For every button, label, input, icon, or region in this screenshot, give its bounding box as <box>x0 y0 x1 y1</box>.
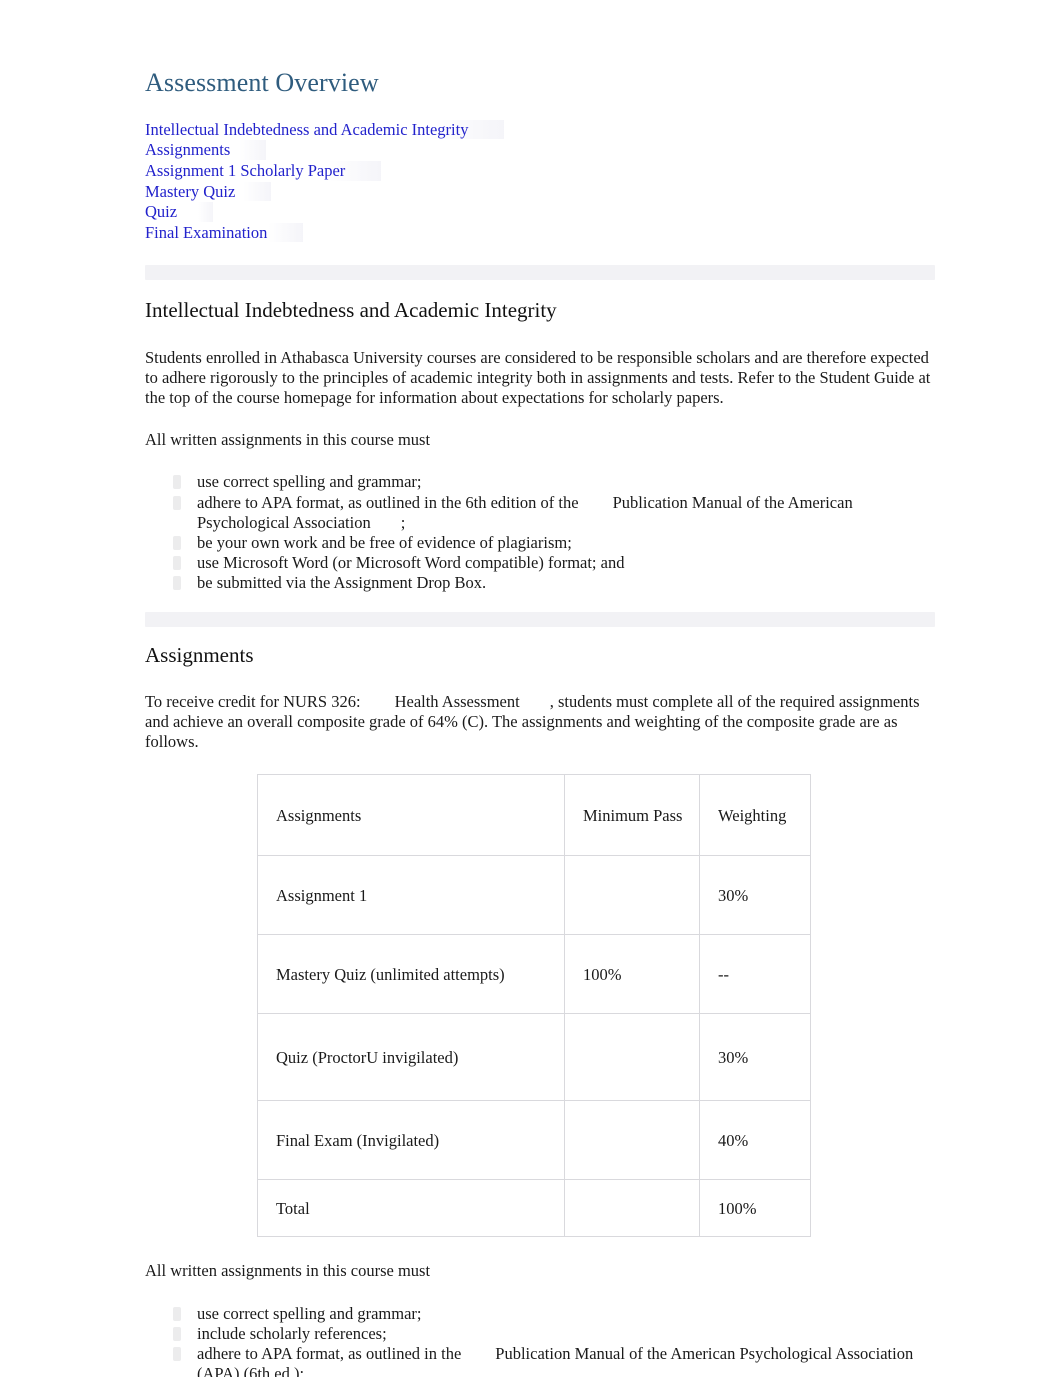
cell-assignment-name: Mastery Quiz (unlimited attempts) <box>257 934 565 1015</box>
bullet-marker-icon <box>173 556 181 571</box>
list-item: include scholarly references; <box>173 1323 935 1344</box>
toc-list-item: Intellectual Indebtedness and Academic I… <box>145 119 935 141</box>
toc-link-intellectual-indebtedness[interactable]: Intellectual Indebtedness and Academic I… <box>145 119 505 140</box>
cell-minimum-pass <box>564 855 700 936</box>
table-row: Final Exam (Invigilated) 40% <box>257 1100 811 1181</box>
cell-weighting: 30% <box>699 855 811 936</box>
cell-weighting: 30% <box>699 1013 811 1102</box>
list-item-text: use correct spelling and grammar; <box>197 472 422 492</box>
table-header-minimum-pass: Minimum Pass <box>564 774 700 857</box>
toc-link-final-examination[interactable]: Final Examination <box>145 222 304 243</box>
bullet-marker-icon <box>173 475 181 490</box>
integrity-paragraph: Students enrolled in Athabasca Universit… <box>145 347 931 408</box>
toc-link-mastery-quiz[interactable]: Mastery Quiz <box>145 181 272 202</box>
table-row: Quiz (ProctorU invigilated) 30% <box>257 1013 811 1102</box>
assignments-requirements-list: use correct spelling and grammar; includ… <box>145 1304 935 1377</box>
cell-weighting: 40% <box>699 1100 811 1181</box>
list-item: use correct spelling and grammar; <box>173 472 935 492</box>
cell-minimum-pass <box>564 1179 700 1238</box>
list-item-text-after: ; <box>400 512 406 532</box>
grades-table-wrapper: Assignments Minimum Pass Weighting Assig… <box>257 774 811 1238</box>
list-item: use Microsoft Word (or Microsoft Word co… <box>173 553 935 573</box>
integrity-requirements-list: use correct spelling and grammar; adhere… <box>145 472 935 593</box>
list-item-text: be submitted via the Assignment Drop Box… <box>197 573 487 593</box>
toc-list-item: Assignments <box>145 140 935 161</box>
toc-list-item: Assignment 1 Scholarly Paper <box>145 161 935 182</box>
bullet-marker-icon <box>173 1347 181 1362</box>
integrity-list-intro: All written assignments in this course m… <box>145 430 431 450</box>
table-header-weighting: Weighting <box>699 774 811 857</box>
bullet-marker-icon <box>173 1306 181 1321</box>
list-item: be your own work and be free of evidence… <box>173 533 935 553</box>
table-row: Assignment 1 30% <box>257 855 811 936</box>
cell-assignment-name: Assignment 1 <box>257 855 565 936</box>
cell-minimum-pass <box>564 1100 700 1181</box>
toc-list-item: Quiz <box>145 202 935 223</box>
cell-weighting: 100% <box>699 1179 811 1238</box>
section-divider <box>145 265 935 281</box>
document-content: Assessment Overview Intellectual Indebte… <box>145 68 935 1377</box>
list-item-text: include scholarly references; <box>197 1323 387 1343</box>
bullet-marker-icon <box>173 1326 181 1341</box>
cell-minimum-pass <box>564 1013 700 1102</box>
assignments-paragraph: To receive credit for NURS 326: Health As… <box>145 692 935 753</box>
document-page: Assessment Overview Intellectual Indebte… <box>0 0 1062 1377</box>
toc-list-item: Final Examination <box>145 222 935 244</box>
table-row-total: Total 100% <box>257 1179 811 1238</box>
cell-assignment-name: Final Exam (Invigilated) <box>257 1100 565 1181</box>
list-item: use correct spelling and grammar; <box>173 1303 935 1324</box>
list-item: be submitted via the Assignment Drop Box… <box>173 573 935 593</box>
table-of-contents: Intellectual Indebtedness and Academic I… <box>145 119 935 244</box>
cell-minimum-pass: 100% <box>564 934 700 1015</box>
table-row: Mastery Quiz (unlimited attempts) 100% -… <box>257 934 811 1015</box>
list-item-text: adhere to APA format, as outlined in the… <box>197 492 579 512</box>
cell-assignment-name: Quiz (ProctorU invigilated) <box>257 1013 565 1102</box>
table-header-assignments: Assignments <box>257 774 565 857</box>
list-item: adhere to APA format, as outlined in the… <box>173 1344 935 1377</box>
toc-link-assignment-1-scholarly-paper[interactable]: Assignment 1 Scholarly Paper <box>145 161 382 181</box>
toc-list-item: Mastery Quiz <box>145 181 935 203</box>
bullet-marker-icon <box>173 576 181 591</box>
cell-assignment-name: Total <box>257 1179 565 1238</box>
assignments-list-intro: All written assignments in this course m… <box>145 1261 431 1281</box>
bullet-marker-icon <box>173 536 181 551</box>
list-item-text: use correct spelling and grammar; <box>197 1303 422 1323</box>
assignments-paragraph-before: To receive credit for NURS 326: <box>145 691 361 711</box>
list-item-text: be your own work and be free of evidence… <box>197 533 572 553</box>
grades-table: Assignments Minimum Pass Weighting Assig… <box>257 774 811 1238</box>
section-heading-assignments: Assignments <box>145 642 254 667</box>
table-header-row: Assignments Minimum Pass Weighting <box>257 774 811 857</box>
bullet-marker-icon <box>173 495 181 510</box>
list-item: adhere to APA format, as outlined in the… <box>173 492 935 533</box>
toc-link-quiz[interactable]: Quiz <box>145 202 214 222</box>
list-item-text: use Microsoft Word (or Microsoft Word co… <box>197 553 625 573</box>
section-divider <box>145 611 935 627</box>
section-heading-integrity: Intellectual Indebtedness and Academic I… <box>145 298 557 323</box>
course-name: Health Assessment <box>394 691 520 711</box>
cell-weighting: -- <box>699 934 811 1015</box>
page-title: Assessment Overview <box>145 68 379 97</box>
toc-link-assignments[interactable]: Assignments <box>145 140 267 161</box>
list-item-text: adhere to APA format, as outlined in the <box>197 1344 462 1364</box>
